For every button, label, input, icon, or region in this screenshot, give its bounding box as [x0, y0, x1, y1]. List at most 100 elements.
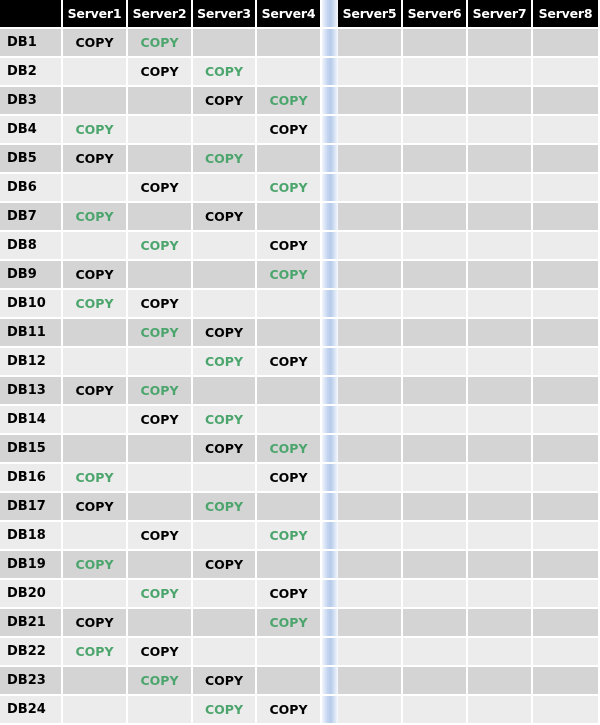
cell-db11-server2[interactable]: COPY	[128, 319, 193, 348]
cell-db13-server8	[533, 377, 600, 406]
cell-db19-server5	[338, 551, 403, 580]
cell-db15-server3[interactable]: COPY	[193, 435, 257, 464]
row-label-db13[interactable]: DB13	[0, 377, 63, 406]
column-header-server2[interactable]: Server2	[128, 0, 193, 29]
cell-db7-server3[interactable]: COPY	[193, 203, 257, 232]
cell-db10-server7	[468, 290, 533, 319]
cell-db13-server1[interactable]: COPY	[63, 377, 128, 406]
cell-db6-server2[interactable]: COPY	[128, 174, 193, 203]
cell-db13-server2[interactable]: COPY	[128, 377, 193, 406]
row-label-db6[interactable]: DB6	[0, 174, 63, 203]
cell-db4-server1[interactable]: COPY	[63, 116, 128, 145]
cell-db20-server4[interactable]: COPY	[257, 580, 322, 609]
cell-db24-server3[interactable]: COPY	[193, 696, 257, 725]
cell-db18-server6	[403, 522, 468, 551]
row-label-db20[interactable]: DB20	[0, 580, 63, 609]
cell-db2-server3[interactable]: COPY	[193, 58, 257, 87]
cell-db6-server4[interactable]: COPY	[257, 174, 322, 203]
row-label-db22[interactable]: DB22	[0, 638, 63, 667]
row-label-db16[interactable]: DB16	[0, 464, 63, 493]
cell-db3-server4[interactable]: COPY	[257, 87, 322, 116]
cell-db21-server1[interactable]: COPY	[63, 609, 128, 638]
cell-db7-server1[interactable]: COPY	[63, 203, 128, 232]
cell-db5-server3[interactable]: COPY	[193, 145, 257, 174]
row-label-db24[interactable]: DB24	[0, 696, 63, 725]
cell-db18-server4[interactable]: COPY	[257, 522, 322, 551]
row-label-db5[interactable]: DB5	[0, 145, 63, 174]
cell-db20-server2[interactable]: COPY	[128, 580, 193, 609]
column-header-server8[interactable]: Server8	[533, 0, 600, 29]
cell-db14-server2[interactable]: COPY	[128, 406, 193, 435]
row-label-db17[interactable]: DB17	[0, 493, 63, 522]
cell-db10-server1[interactable]: COPY	[63, 290, 128, 319]
column-header-server4[interactable]: Server4	[257, 0, 322, 29]
cell-db9-server1[interactable]: COPY	[63, 261, 128, 290]
cell-db24-server4[interactable]: COPY	[257, 696, 322, 725]
cell-db16-server1[interactable]: COPY	[63, 464, 128, 493]
cell-db17-server3[interactable]: COPY	[193, 493, 257, 522]
cell-db8-server4[interactable]: COPY	[257, 232, 322, 261]
cell-db23-server3[interactable]: COPY	[193, 667, 257, 696]
row-divider-strip	[322, 551, 338, 580]
copy-label-secondary: COPY	[204, 412, 243, 427]
cell-db5-server1[interactable]: COPY	[63, 145, 128, 174]
cell-db19-server3[interactable]: COPY	[193, 551, 257, 580]
column-header-server5[interactable]: Server5	[338, 0, 403, 29]
copy-label-secondary: COPY	[269, 615, 308, 630]
cell-db14-server8	[533, 406, 600, 435]
cell-db15-server4[interactable]: COPY	[257, 435, 322, 464]
cell-db12-server3[interactable]: COPY	[193, 348, 257, 377]
copy-label-primary: COPY	[75, 35, 114, 50]
cell-db22-server2[interactable]: COPY	[128, 638, 193, 667]
cell-db23-server4	[257, 667, 322, 696]
row-label-db4[interactable]: DB4	[0, 116, 63, 145]
cell-db22-server3	[193, 638, 257, 667]
cell-db1-server1[interactable]: COPY	[63, 29, 128, 58]
column-header-server7[interactable]: Server7	[468, 0, 533, 29]
cell-db22-server1[interactable]: COPY	[63, 638, 128, 667]
table-row: DB7 COPY COPY	[0, 203, 600, 232]
row-label-db23[interactable]: DB23	[0, 667, 63, 696]
cell-db18-server2[interactable]: COPY	[128, 522, 193, 551]
copy-label-primary: COPY	[75, 499, 114, 514]
cell-db16-server4[interactable]: COPY	[257, 464, 322, 493]
row-label-db1[interactable]: DB1	[0, 29, 63, 58]
cell-db12-server4[interactable]: COPY	[257, 348, 322, 377]
cell-db21-server4[interactable]: COPY	[257, 609, 322, 638]
cell-db17-server1[interactable]: COPY	[63, 493, 128, 522]
cell-db2-server2[interactable]: COPY	[128, 58, 193, 87]
cell-db14-server3[interactable]: COPY	[193, 406, 257, 435]
cell-db3-server3[interactable]: COPY	[193, 87, 257, 116]
cell-db1-server2[interactable]: COPY	[128, 29, 193, 58]
cell-db6-server6	[403, 174, 468, 203]
row-label-db11[interactable]: DB11	[0, 319, 63, 348]
cell-db1-server5	[338, 29, 403, 58]
row-label-db9[interactable]: DB9	[0, 261, 63, 290]
row-label-db21[interactable]: DB21	[0, 609, 63, 638]
row-label-db7[interactable]: DB7	[0, 203, 63, 232]
cell-db11-server3[interactable]: COPY	[193, 319, 257, 348]
cell-db6-server7	[468, 174, 533, 203]
row-label-db18[interactable]: DB18	[0, 522, 63, 551]
row-label-db14[interactable]: DB14	[0, 406, 63, 435]
row-label-db8[interactable]: DB8	[0, 232, 63, 261]
row-label-db3[interactable]: DB3	[0, 87, 63, 116]
cell-db8-server2[interactable]: COPY	[128, 232, 193, 261]
row-label-db10[interactable]: DB10	[0, 290, 63, 319]
cell-db23-server2[interactable]: COPY	[128, 667, 193, 696]
cell-db19-server1[interactable]: COPY	[63, 551, 128, 580]
column-header-server1[interactable]: Server1	[63, 0, 128, 29]
column-header-server6[interactable]: Server6	[403, 0, 468, 29]
cell-db22-server8	[533, 638, 600, 667]
cell-db9-server4[interactable]: COPY	[257, 261, 322, 290]
cell-db2-server1	[63, 58, 128, 87]
cell-db2-server7	[468, 58, 533, 87]
copy-label-secondary: COPY	[140, 673, 179, 688]
column-header-server3[interactable]: Server3	[193, 0, 257, 29]
row-label-db2[interactable]: DB2	[0, 58, 63, 87]
row-label-db12[interactable]: DB12	[0, 348, 63, 377]
row-label-db15[interactable]: DB15	[0, 435, 63, 464]
row-label-db19[interactable]: DB19	[0, 551, 63, 580]
cell-db10-server2[interactable]: COPY	[128, 290, 193, 319]
cell-db4-server4[interactable]: COPY	[257, 116, 322, 145]
